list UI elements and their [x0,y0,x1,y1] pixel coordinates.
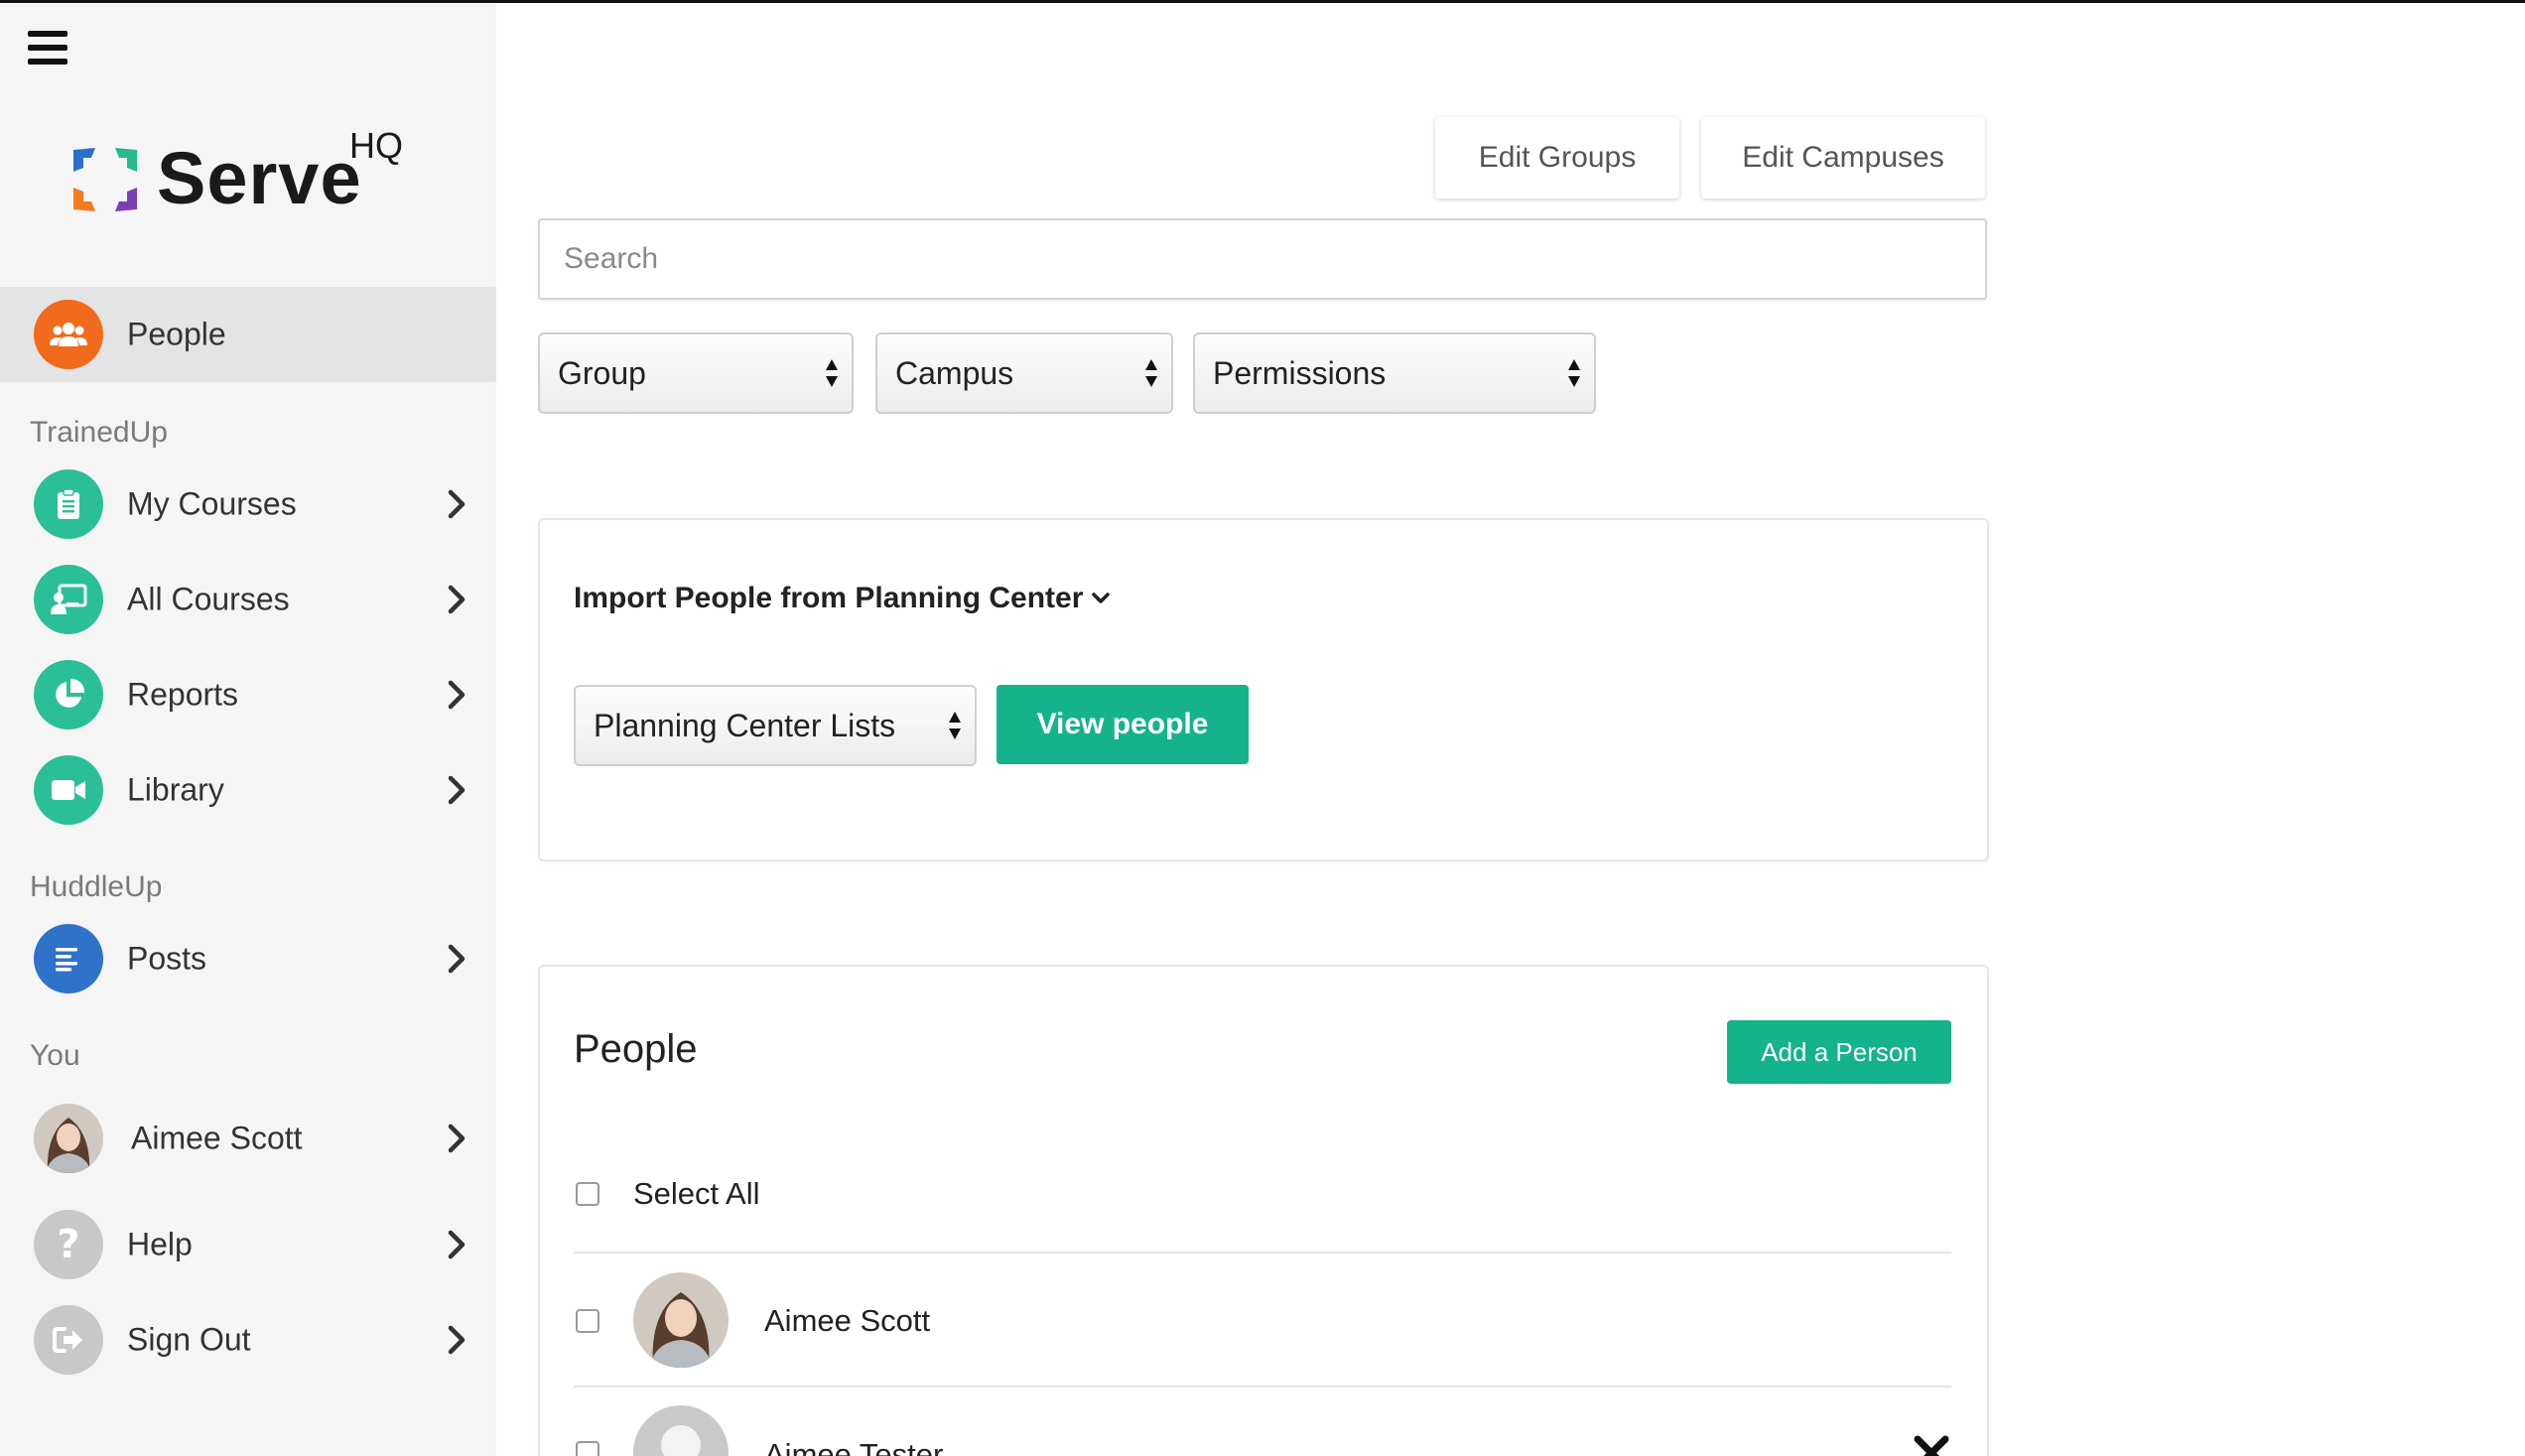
align-left-icon [34,924,103,993]
people-heading: People [574,1027,698,1071]
divider [574,1386,1951,1388]
sidebar-item-label: All Courses [127,581,290,617]
sidebar-item-label: People [127,316,226,352]
campus-select[interactable]: Campus [875,332,1173,414]
section-title-huddleup: HuddleUp [30,870,163,903]
pie-chart-icon [34,660,103,729]
planning-center-lists-value: Planning Center Lists [594,707,896,743]
divider [574,1252,1951,1254]
sidebar-item-reports[interactable]: Reports [0,651,496,738]
sidebar-item-help[interactable]: ? Help [0,1201,496,1288]
person-name: Aimee Tester [764,1437,944,1456]
view-people-button[interactable]: View people [997,685,1249,764]
logo-word: Serve [157,137,362,219]
chevron-right-icon [448,585,465,614]
section-title-trainedup: TrainedUp [30,416,168,449]
row-checkbox[interactable] [576,1441,599,1456]
sidebar-item-label: My Courses [127,485,297,522]
sidebar-item-label: Library [127,771,224,808]
chevron-right-icon [448,775,465,805]
section-title-you: You [30,1039,80,1072]
sidebar-item-profile[interactable]: Aimee Scott [0,1095,496,1182]
sidebar-item-all-courses[interactable]: All Courses [0,556,496,643]
person-name: Aimee Scott [764,1303,931,1338]
sidebar-item-label: Help [127,1226,193,1262]
sidebar-item-sign-out[interactable]: Sign Out [0,1296,496,1384]
chevron-right-icon [448,680,465,710]
row-checkbox[interactable] [576,1309,599,1333]
sidebar-item-label: Aimee Scott [131,1120,303,1156]
close-icon[interactable] [1912,1433,1951,1456]
permissions-select-value: Permissions [1213,354,1387,391]
sidebar-item-posts[interactable]: Posts [0,915,496,1002]
video-camera-icon [34,755,103,825]
select-arrows-icon [1145,359,1157,387]
sidebar-item-label: Posts [127,940,207,977]
chevron-right-icon [448,489,465,519]
chevron-right-icon [448,1325,465,1355]
import-toggle[interactable]: Import People from Planning Center [574,582,1111,615]
campus-select-value: Campus [895,354,1014,391]
question-icon: ? [34,1210,103,1279]
edit-campuses-button[interactable]: Edit Campuses [1701,117,1985,199]
sidebar-item-label: Reports [127,676,239,713]
presentation-icon [34,565,103,634]
chevron-right-icon [448,1230,465,1259]
logo-superscript: HQ [349,125,403,166]
select-arrows-icon [949,712,961,739]
chevron-down-icon [1092,593,1111,603]
avatar [633,1272,729,1368]
add-person-button[interactable]: Add a Person [1727,1020,1951,1084]
group-select[interactable]: Group [538,332,854,414]
planning-center-lists-select[interactable]: Planning Center Lists [574,685,977,766]
servehq-logo[interactable]: Serve HQ [69,126,427,223]
clipboard-icon [34,469,103,539]
sidebar-item-label: Sign Out [127,1321,251,1358]
avatar [34,1104,103,1173]
sidebar-item-library[interactable]: Library [0,746,496,834]
select-arrows-icon [826,359,838,387]
search-input[interactable] [538,218,1987,300]
sidebar: Serve HQ People TrainedUp My Courses All… [0,3,496,1456]
people-icon [34,300,103,369]
sign-out-icon [34,1305,103,1375]
sidebar-item-my-courses[interactable]: My Courses [0,461,496,548]
edit-groups-button[interactable]: Edit Groups [1435,117,1679,199]
select-all-checkbox[interactable] [576,1182,599,1206]
select-arrows-icon [1568,359,1580,387]
select-all-label: Select All [633,1176,760,1211]
permissions-select[interactable]: Permissions [1193,332,1596,414]
logo-mark-icon [73,148,137,211]
sidebar-item-people[interactable]: People [0,287,496,382]
group-select-value: Group [558,354,646,391]
import-title: Import People from Planning Center [574,582,1084,614]
chevron-right-icon [448,944,465,974]
hamburger-icon[interactable] [28,31,69,65]
chevron-right-icon [448,1124,465,1153]
